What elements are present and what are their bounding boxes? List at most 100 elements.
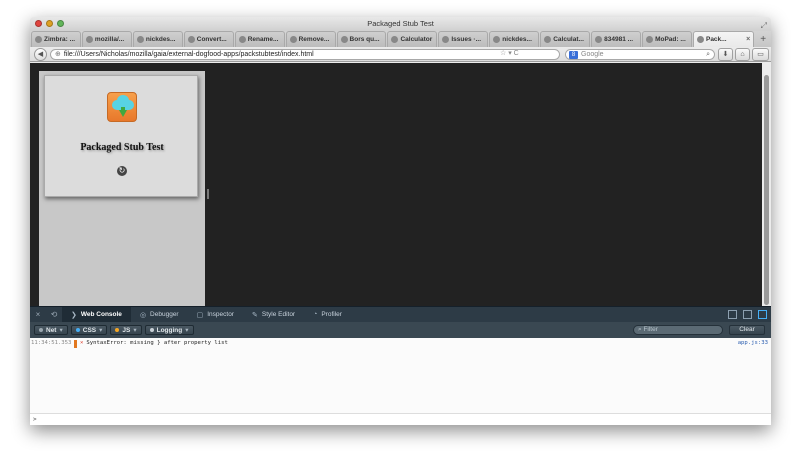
- close-tab-icon[interactable]: ×: [746, 36, 750, 43]
- tab-label: Zimbra: ...: [44, 36, 76, 43]
- toolbar-menu-button[interactable]: ▭: [752, 48, 769, 61]
- devtools-tab[interactable]: ✎ Style Editor: [243, 307, 304, 323]
- browser-tab[interactable]: Calculat...: [540, 31, 591, 47]
- log-timestamp: 11:34:51.353: [31, 340, 72, 346]
- back-button[interactable]: ◀: [34, 48, 47, 61]
- devtools-tab[interactable]: ◔ Profiler: [304, 307, 351, 323]
- inspector-icon: ▢: [196, 311, 204, 319]
- console-prompt: >: [33, 416, 37, 423]
- toolbox-options-icon[interactable]: ⟲: [46, 310, 62, 319]
- tab-label: Bors qu...: [349, 36, 380, 43]
- google-icon[interactable]: 8: [569, 51, 578, 59]
- filter-dot-icon: [39, 328, 43, 332]
- chevron-down-icon[interactable]: ▾: [59, 326, 62, 334]
- browser-tab[interactable]: nickdes...: [132, 31, 183, 47]
- cloud-download-icon: [107, 92, 137, 122]
- dock-side-icon[interactable]: [728, 310, 737, 319]
- browser-tab[interactable]: Remove...: [285, 31, 336, 47]
- devtools-tab-label: Style Editor: [261, 311, 296, 318]
- tab-label: Calculat...: [553, 36, 584, 43]
- tab-strip: Zimbra: ... mozilla/... nickdes... Convert.…: [30, 31, 771, 47]
- search-bar[interactable]: 8 Google ⌕: [565, 49, 715, 60]
- devtools-tab[interactable]: ◎ Debugger: [131, 307, 188, 323]
- new-tab-button[interactable]: +: [755, 31, 771, 47]
- close-devtools-icon[interactable]: ×: [30, 310, 46, 319]
- debugger-icon: ◎: [139, 311, 147, 319]
- tab-label: 834981 ...: [604, 36, 634, 43]
- close-window-button[interactable]: [35, 20, 42, 27]
- filter-button[interactable]: Net ▾: [34, 325, 68, 335]
- browser-window: Packaged Stub Test ⤢ Zimbra: ... mozilla/…: [30, 17, 771, 425]
- tab-label: Calculator: [400, 36, 433, 43]
- chevron-down-icon[interactable]: ▾: [133, 326, 136, 334]
- filter-dot-icon: [149, 328, 154, 332]
- log-source-link[interactable]: app.js:33: [738, 339, 768, 348]
- app-icon: [544, 36, 552, 43]
- browser-tab[interactable]: 834981 ...: [591, 31, 642, 47]
- browser-tab[interactable]: Calculator: [387, 31, 438, 47]
- scrollbar-thumb[interactable]: [764, 75, 769, 305]
- console-icon: ❯: [71, 311, 77, 319]
- refresh-icon[interactable]: ↻: [117, 166, 127, 176]
- url-bar[interactable]: ⊕ file:///Users/Nicholas/mozilla/gaia/ext…: [50, 49, 560, 60]
- filter-button[interactable]: CSS ▾: [70, 325, 108, 335]
- filter-dot-icon: [115, 328, 120, 332]
- console-input[interactable]: >: [30, 413, 771, 425]
- download-button[interactable]: ⬇: [718, 48, 733, 61]
- filter-label: Net: [46, 326, 57, 334]
- devtools-window-controls: [728, 310, 771, 319]
- home-button[interactable]: ⌂: [735, 48, 750, 61]
- tab-label: nickdes...: [145, 36, 176, 43]
- window-title: Packaged Stub Test: [367, 19, 434, 28]
- browser-tab[interactable]: Bors qu...: [336, 31, 387, 47]
- app-card: Packaged Stub Test ↻: [44, 75, 198, 197]
- devtools-tab[interactable]: ▢ Inspector: [188, 307, 243, 323]
- devtools-tab-label: Web Console: [80, 311, 122, 318]
- browser-tab[interactable]: nickdes...: [489, 31, 540, 47]
- devtools-toolbar: × ⟲ ❯ Web Console ◎ Debugger ▢ Inspector ✎ Styl…: [30, 306, 771, 323]
- filter-button[interactable]: JS ▾: [110, 325, 142, 335]
- github-icon: [187, 36, 195, 43]
- filter-label: CSS: [82, 326, 97, 334]
- browser-tab[interactable]: MoPad: ...: [642, 31, 692, 47]
- app-panel: Packaged Stub Test ↻: [39, 71, 205, 321]
- bookmark-star-icon[interactable]: ☆ ▾ C: [500, 49, 519, 57]
- navigation-bar: ◀ ⊕ file:///Users/Nicholas/mozilla/gaia/e…: [30, 47, 771, 62]
- devtools-tab-label: Debugger: [150, 311, 179, 318]
- devtools-tabs: ❯ Web Console ◎ Debugger ▢ Inspector ✎ Style Ed…: [62, 306, 351, 323]
- page-scrollbar[interactable]: [762, 63, 771, 321]
- devtools-tab-label: Profiler: [321, 311, 342, 318]
- filter-placeholder: Filter: [643, 326, 658, 333]
- search-icon[interactable]: ⌕: [706, 50, 710, 60]
- minimize-window-button[interactable]: [46, 20, 53, 27]
- chevron-down-icon[interactable]: ▾: [185, 326, 188, 334]
- filter-buttons: Net ▾ CSS ▾ JS ▾ Logging ▾: [34, 325, 194, 335]
- resize-handle[interactable]: [207, 189, 209, 199]
- browser-tab[interactable]: Zimbra: ...: [31, 31, 81, 47]
- browser-tab[interactable]: Issues ·...: [438, 31, 489, 47]
- tab-label: mozilla/...: [94, 36, 125, 43]
- error-icon: ×: [80, 340, 84, 346]
- filter-button[interactable]: Logging ▾: [144, 325, 194, 335]
- github-icon: [442, 36, 450, 43]
- devtools-tab[interactable]: ❯ Web Console: [62, 306, 131, 323]
- browser-tab[interactable]: Rename...: [234, 31, 285, 47]
- github-icon: [238, 36, 246, 43]
- split-console-icon[interactable]: [743, 310, 752, 319]
- clear-button[interactable]: Clear: [729, 325, 765, 335]
- tab-label: MoPad: ...: [655, 36, 686, 43]
- bors-icon: [340, 36, 348, 43]
- tab-label: Pack...: [705, 36, 727, 43]
- maximize-window-button[interactable]: [57, 20, 64, 27]
- bugzilla-icon: [595, 36, 603, 43]
- undock-icon[interactable]: [758, 310, 767, 319]
- github-icon: [85, 36, 93, 43]
- browser-tab[interactable]: Convert...: [183, 31, 234, 47]
- filter-input[interactable]: ⌕ Filter: [633, 325, 723, 335]
- github-icon: [493, 36, 501, 43]
- error-marker: [74, 339, 77, 348]
- browser-tab[interactable]: mozilla/...: [81, 31, 132, 47]
- browser-tab[interactable]: Pack... ×: [692, 31, 755, 47]
- tab-label: Remove...: [298, 36, 330, 43]
- chevron-down-icon[interactable]: ▾: [99, 326, 102, 334]
